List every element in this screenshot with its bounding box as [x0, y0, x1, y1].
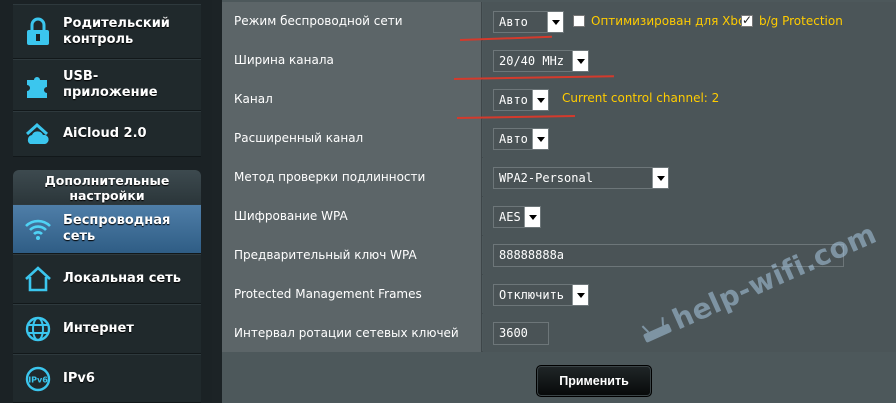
puzzle-icon [13, 60, 63, 110]
sidebar-item-aicloud[interactable]: AiCloud 2.0 [13, 111, 201, 157]
field-label: Предварительный ключ WPA [222, 236, 482, 275]
home-icon [13, 255, 63, 303]
sidebar-item-label: AiCloud 2.0 [63, 126, 147, 141]
current-channel-note: Current control channel: 2 [562, 91, 720, 105]
lock-icon [13, 5, 63, 58]
xbox-checkbox[interactable] [573, 15, 585, 27]
wireless-mode-select[interactable]: Авто [493, 11, 564, 33]
row-key-rotation: Интервал ротации сетевых ключей 3600 [222, 314, 896, 352]
xbox-label: Оптимизирован для Xbox [591, 14, 753, 28]
field-label: Метод проверки подлинности [222, 158, 482, 197]
chevron-down-icon [652, 168, 668, 188]
chevron-down-icon [524, 207, 540, 227]
sidebar-item-label: USB-приложение [63, 69, 158, 100]
bg-protection-checkbox[interactable] [741, 13, 753, 27]
apply-button[interactable]: Применить [536, 365, 652, 397]
wpa-encryption-select[interactable]: AES [493, 206, 541, 228]
field-label: Канал [222, 80, 482, 119]
field-label: Шифрование WPA [222, 197, 482, 236]
wifi-icon [13, 205, 63, 253]
sidebar-item-usb-app[interactable]: USB-приложение [13, 59, 201, 111]
advanced-settings-header: Дополнительные настройки [13, 170, 201, 204]
wireless-settings-panel: Режим беспроводной сети Авто Оптимизиров… [222, 0, 896, 403]
row-channel-width: Ширина канала 20/40 MHz [222, 41, 896, 80]
channel-width-select[interactable]: 20/40 MHz [493, 50, 589, 72]
sidebar-item-label: Беспроводная сеть [63, 213, 171, 244]
ext-channel-select[interactable]: Авто [493, 128, 549, 150]
svg-text:IPv6: IPv6 [28, 375, 48, 384]
sidebar-item-label: Родительский контроль [63, 15, 170, 47]
row-auth-method: Метод проверки подлинности WPA2-Personal [222, 158, 896, 197]
row-ext-channel: Расширенный канал Авто [222, 119, 896, 158]
pmf-select[interactable]: Отключить [493, 284, 589, 306]
row-wireless-mode: Режим беспроводной сети Авто Оптимизиров… [222, 2, 896, 41]
sidebar-item-ipv6[interactable]: IPv6 IPv6 [13, 354, 201, 403]
bg-protection-label: b/g Protection [759, 14, 843, 28]
sidebar-item-label: IPv6 [63, 370, 95, 386]
sidebar-item-lan[interactable]: Локальная сеть [13, 254, 201, 304]
sidebar-item-label: Локальная сеть [63, 271, 181, 286]
sidebar-item-internet[interactable]: Интернет [13, 304, 201, 354]
field-label: Интервал ротации сетевых ключей [222, 314, 482, 352]
field-label: Режим беспроводной сети [222, 2, 482, 41]
globe-icon [13, 305, 63, 353]
field-label: Расширенный канал [222, 119, 482, 158]
channel-select[interactable]: Авто [493, 89, 549, 111]
ipv6-icon: IPv6 [13, 355, 63, 402]
sidebar: Родительский контроль USB-приложение AiC… [0, 0, 212, 403]
auth-method-select[interactable]: WPA2-Personal [493, 167, 669, 189]
row-wpa-encryption: Шифрование WPA AES [222, 197, 896, 236]
row-channel: Канал Авто Current control channel: 2 [222, 80, 896, 119]
sidebar-item-wireless[interactable]: Беспроводная сеть [13, 204, 201, 254]
key-rotation-input[interactable]: 3600 [493, 322, 549, 345]
field-label: Ширина канала [222, 41, 482, 80]
sidebar-item-parental-control[interactable]: Родительский контроль [13, 4, 201, 59]
chevron-down-icon [532, 90, 548, 110]
sidebar-item-label: Интернет [63, 321, 134, 336]
field-label: Protected Management Frames [222, 275, 482, 314]
chevron-down-icon [572, 51, 588, 71]
cloud-home-icon [13, 112, 63, 156]
chevron-down-icon [547, 12, 563, 32]
chevron-down-icon [572, 285, 588, 305]
chevron-down-icon [532, 129, 548, 149]
